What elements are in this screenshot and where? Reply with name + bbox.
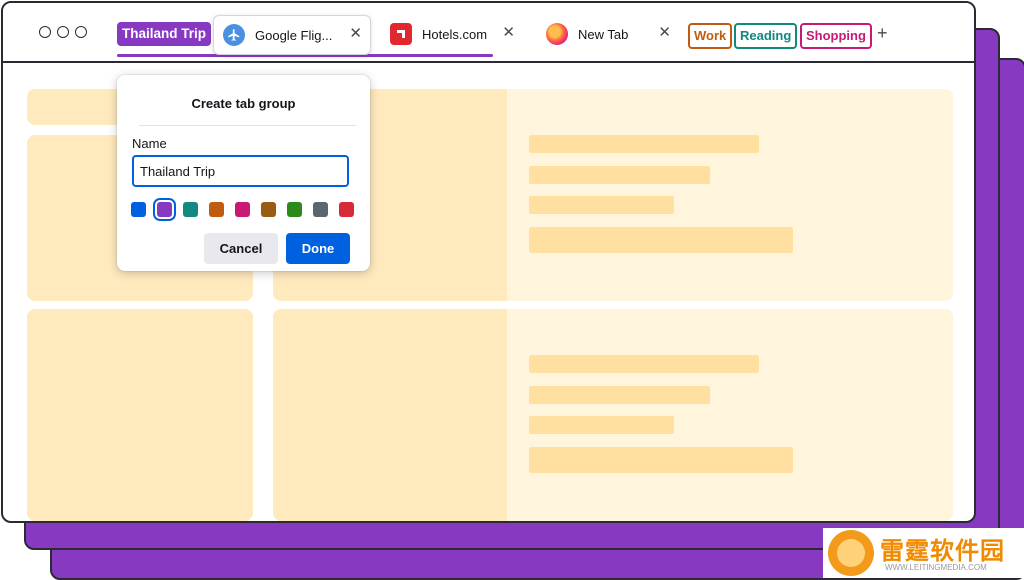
color-swatch-blue[interactable]	[131, 202, 146, 217]
tab-google-flights[interactable]: Google Flig... ✕	[213, 15, 371, 55]
color-swatch-brown[interactable]	[261, 202, 276, 217]
tab-title: New Tab	[578, 26, 629, 42]
browser-window: Thailand Trip Google Flig... ✕ Hotels.co…	[1, 1, 976, 523]
cancel-button[interactable]: Cancel	[204, 233, 278, 264]
divider	[139, 125, 356, 126]
tab-group-reading[interactable]: Reading	[734, 23, 798, 49]
tab-group-shopping[interactable]: Shopping	[800, 23, 872, 49]
color-swatch-teal[interactable]	[183, 202, 198, 217]
placeholder-block	[27, 309, 253, 521]
close-icon[interactable]: ✕	[658, 25, 671, 41]
tab-title: Google Flig...	[255, 27, 333, 43]
orange-slice-icon	[828, 530, 874, 576]
placeholder-card	[273, 89, 953, 301]
dialog-title: Create tab group	[191, 96, 296, 111]
close-icon[interactable]: ✕	[349, 26, 362, 42]
watermark-url: WWW.LEITINGMEDIA.COM	[885, 563, 987, 572]
color-swatch-purple[interactable]	[153, 198, 176, 221]
window-control-close[interactable]	[39, 26, 51, 38]
tab-title: Hotels.com	[422, 26, 488, 42]
name-label: Name	[132, 136, 167, 151]
watermark-text: 雷霆软件园	[880, 538, 1005, 565]
tab-group-label[interactable]: Thailand Trip	[117, 22, 212, 46]
done-button[interactable]: Done	[286, 233, 350, 264]
firefox-icon	[546, 23, 568, 45]
window-control-minimize[interactable]	[57, 26, 69, 38]
color-swatch-pink[interactable]	[235, 202, 250, 217]
tab-hotels[interactable]: Hotels.com ✕	[381, 15, 515, 53]
color-swatch-orange[interactable]	[209, 202, 224, 217]
color-swatch-green[interactable]	[287, 202, 302, 217]
watermark: 雷霆软件园 WWW.LEITINGMEDIA.COM	[823, 528, 1024, 578]
window-control-maximize[interactable]	[75, 26, 87, 38]
color-swatch-gray[interactable]	[313, 202, 328, 217]
new-tab-button[interactable]: +	[877, 23, 888, 44]
close-icon[interactable]: ✕	[502, 25, 515, 41]
hotels-icon	[390, 23, 412, 45]
tab-new-tab[interactable]: New Tab ✕	[537, 15, 671, 53]
placeholder-card	[273, 309, 953, 521]
airplane-icon	[223, 24, 245, 46]
tab-bar: Thailand Trip Google Flig... ✕ Hotels.co…	[3, 3, 974, 63]
group-name-input[interactable]	[132, 155, 349, 187]
create-tab-group-dialog: Create tab group Name Cancel Done	[117, 75, 370, 271]
color-swatch-red[interactable]	[339, 202, 354, 217]
tab-group-work[interactable]: Work	[688, 23, 733, 49]
